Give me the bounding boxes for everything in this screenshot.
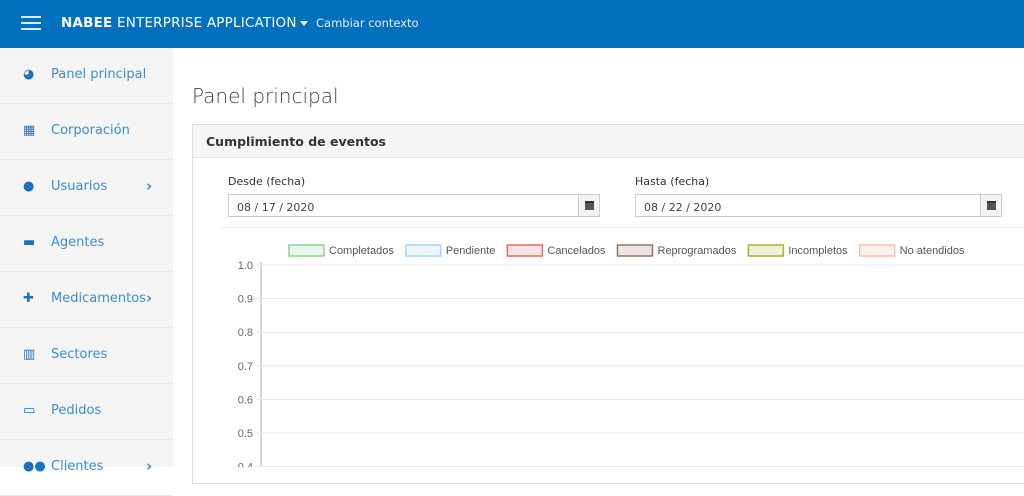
legend-label[interactable]: Incompletos: [788, 245, 848, 257]
y-tick-label: 0.8: [238, 327, 253, 339]
legend-swatch[interactable]: [288, 244, 325, 257]
y-tick-label: 0.6: [238, 394, 253, 406]
legend-label[interactable]: Pendiente: [446, 245, 496, 257]
legend-label[interactable]: Cancelados: [547, 245, 606, 257]
legend-swatch[interactable]: [616, 244, 654, 257]
legend-label[interactable]: Completados: [329, 245, 394, 257]
events-chart: 1.0 0.9 0.8 0.7 0.6 0.5 0.4 Completados Pendient…: [238, 244, 1024, 467]
legend-swatch[interactable]: [405, 244, 442, 257]
y-tick-label: 0.4: [238, 462, 253, 467]
legend-swatch[interactable]: [747, 244, 785, 257]
legend-label[interactable]: Reprogramados: [657, 245, 736, 257]
y-tick-label: 0.7: [238, 361, 253, 373]
legend-swatch[interactable]: [858, 244, 896, 257]
y-tick-label: 0.9: [238, 294, 253, 306]
y-tick-label: 1.0: [238, 260, 253, 272]
legend-label[interactable]: No atendidos: [900, 245, 965, 257]
legend-swatch[interactable]: [506, 244, 544, 257]
y-tick-label: 0.5: [238, 428, 253, 440]
